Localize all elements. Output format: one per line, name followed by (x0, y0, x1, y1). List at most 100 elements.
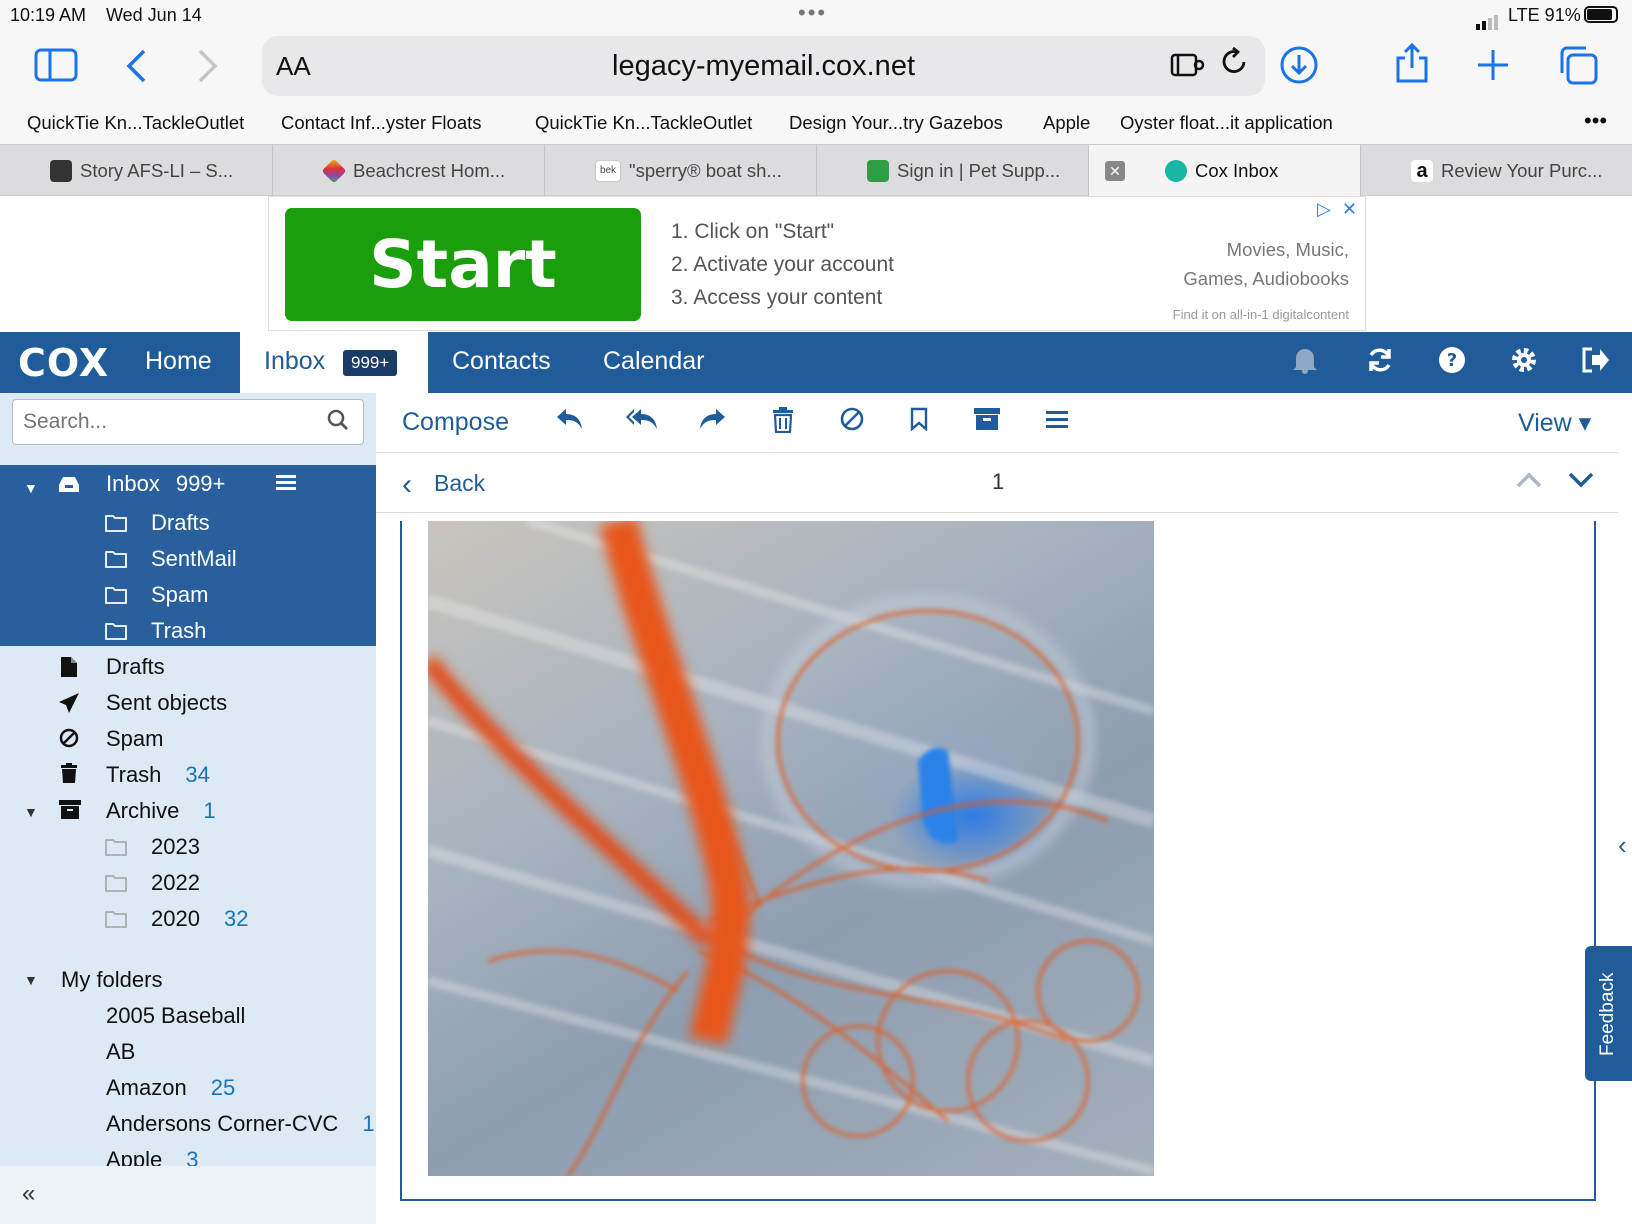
folder-inbox-sentmail[interactable]: SentMail (151, 546, 237, 572)
ad-start-button[interactable]: Start (285, 208, 641, 321)
tab-label: Review Your Purc... (1441, 160, 1603, 182)
bookmark-item[interactable]: Contact Inf...yster Floats (281, 112, 482, 134)
collapse-sidebar-button[interactable]: « (0, 1166, 376, 1224)
reply-all-icon[interactable] (626, 407, 658, 438)
folder-label: Andersons Corner-CVC (106, 1111, 339, 1136)
browser-tab[interactable]: a Review Your Purc... (1361, 145, 1632, 196)
collapse-triangle-icon[interactable]: ▼ (24, 480, 38, 496)
folder-count: 34 (185, 762, 210, 787)
tab-label: Cox Inbox (1195, 160, 1279, 182)
bookmarks-more-icon[interactable]: ••• (1584, 108, 1607, 134)
delete-trash-icon[interactable] (772, 407, 794, 440)
more-menu-icon[interactable] (1046, 407, 1070, 438)
browser-tab[interactable]: Sign in | Pet Supp... (817, 145, 1089, 196)
ad-close-icon[interactable]: ✕ (1342, 199, 1357, 219)
folder-spam[interactable]: Spam (106, 726, 163, 752)
next-message-chevron-down-icon[interactable] (1568, 465, 1594, 496)
cox-logo[interactable]: COX (18, 341, 109, 385)
help-icon[interactable]: ? (1438, 346, 1466, 381)
folder-outline-icon (105, 838, 127, 862)
feedback-button[interactable]: Feedback (1585, 946, 1632, 1081)
bell-icon[interactable] (1292, 346, 1318, 381)
sidebar-icon[interactable] (34, 48, 78, 88)
spam-ban-icon[interactable] (840, 407, 864, 438)
nav-inbox[interactable]: Inbox 999+ (240, 332, 428, 393)
search-icon[interactable] (327, 409, 349, 437)
sign-out-icon[interactable] (1580, 346, 1610, 381)
multitasking-dots-icon[interactable]: ••• (798, 0, 827, 26)
extension-icon[interactable] (1169, 50, 1205, 87)
reply-icon[interactable] (556, 407, 584, 438)
bookmark-flag-icon[interactable] (910, 407, 928, 438)
ad-steps: 1. Click on "Start" 2. Activate your acc… (671, 215, 894, 314)
url-text[interactable]: legacy-myemail.cox.net (262, 50, 1265, 83)
browser-tab-active[interactable]: ✕ Cox Inbox (1089, 145, 1361, 196)
bookmark-item[interactable]: Oyster float...it application (1120, 112, 1333, 134)
folder-drafts[interactable]: Drafts (106, 654, 165, 680)
folder-archive-2023[interactable]: 2023 (151, 834, 200, 860)
new-tab-icon[interactable] (1476, 48, 1510, 88)
status-bar: 10:19 AM Wed Jun 14 ••• LTE 91% (0, 0, 1632, 30)
nav-calendar[interactable]: Calendar (603, 347, 704, 376)
folder-inbox-trash[interactable]: Trash (151, 618, 206, 644)
paper-plane-icon (58, 692, 80, 720)
download-icon[interactable] (1280, 46, 1318, 90)
folder-inbox-spam[interactable]: Spam (151, 582, 208, 608)
advertisement-banner[interactable]: Start 1. Click on "Start" 2. Activate yo… (268, 196, 1366, 331)
my-folders-header[interactable]: My folders (61, 967, 162, 993)
back-label: Back (434, 470, 486, 496)
collapse-triangle-icon[interactable]: ▼ (24, 804, 38, 820)
close-tab-icon[interactable]: ✕ (1105, 161, 1125, 181)
folder-menu-icon[interactable] (276, 472, 298, 498)
folder-count: 1 (203, 798, 216, 823)
compose-button[interactable]: Compose (402, 408, 509, 437)
bookmark-item[interactable]: QuickTie Kn...TackleOutlet (535, 112, 752, 134)
tab-favicon-icon (867, 160, 889, 183)
bookmark-item[interactable]: Design Your...try Gazebos (789, 112, 1003, 134)
forward-mail-icon[interactable] (698, 407, 726, 438)
search-input[interactable] (23, 408, 313, 436)
browser-tab[interactable]: bek "sperry® boat sh... (545, 145, 817, 196)
share-icon[interactable] (1395, 42, 1429, 90)
folder-custom[interactable]: AB (106, 1039, 135, 1065)
reload-icon[interactable] (1219, 46, 1249, 86)
tabs-overview-icon[interactable] (1558, 45, 1598, 91)
browser-tab[interactable]: Beachcrest Hom... (273, 145, 545, 196)
previous-message-chevron-up-icon[interactable] (1516, 465, 1542, 496)
bookmark-item[interactable]: QuickTie Kn...TackleOutlet (27, 112, 244, 134)
back-button[interactable]: ‹ Back (402, 468, 485, 502)
ad-choices-icon[interactable]: ▷ (1317, 199, 1331, 219)
back-icon[interactable] (124, 48, 148, 90)
nav-contacts[interactable]: Contacts (452, 347, 551, 376)
search-box[interactable] (12, 399, 364, 445)
folder-sidebar: ▼ Inbox 999+ Drafts SentMail Spam Trash D… (0, 393, 376, 1224)
folder-count: 1 (362, 1111, 375, 1136)
view-dropdown[interactable]: View ▾ (1518, 408, 1591, 438)
folder-outline-icon (105, 550, 127, 574)
browser-tab[interactable]: Story AFS-LI – S... (0, 145, 273, 196)
folder-archive-2022[interactable]: 2022 (151, 870, 200, 896)
folder-custom[interactable]: Amazon 25 (106, 1075, 235, 1101)
collapse-triangle-icon[interactable]: ▼ (24, 972, 38, 988)
folder-custom[interactable]: Andersons Corner-CVC 1 (106, 1111, 375, 1137)
folder-outline-icon (105, 910, 127, 934)
settings-gear-icon[interactable] (1510, 346, 1538, 381)
archive-box-icon (59, 799, 81, 825)
folder-inbox[interactable]: Inbox 999+ (106, 471, 225, 497)
forward-icon[interactable] (196, 48, 220, 90)
nav-home[interactable]: Home (145, 347, 212, 376)
address-bar[interactable]: AA legacy-myemail.cox.net (262, 36, 1265, 96)
attached-photo-image[interactable] (428, 521, 1154, 1176)
folder-trash[interactable]: Trash 34 (106, 762, 210, 788)
bookmark-item[interactable]: Apple (1043, 112, 1090, 134)
folder-archive-2020[interactable]: 2020 32 (151, 906, 248, 932)
expand-panel-chevron-left-icon[interactable]: ‹ (1618, 830, 1627, 861)
folder-archive[interactable]: Archive 1 (106, 798, 216, 824)
folder-inbox-drafts[interactable]: Drafts (151, 510, 210, 536)
ad-tagline-line: Movies, Music, (1226, 239, 1349, 260)
archive-icon[interactable] (974, 407, 1000, 438)
refresh-icon[interactable] (1366, 346, 1394, 381)
folder-custom[interactable]: 2005 Baseball (106, 1003, 245, 1029)
folder-sent-objects[interactable]: Sent objects (106, 690, 227, 716)
svg-text:?: ? (1447, 350, 1457, 371)
